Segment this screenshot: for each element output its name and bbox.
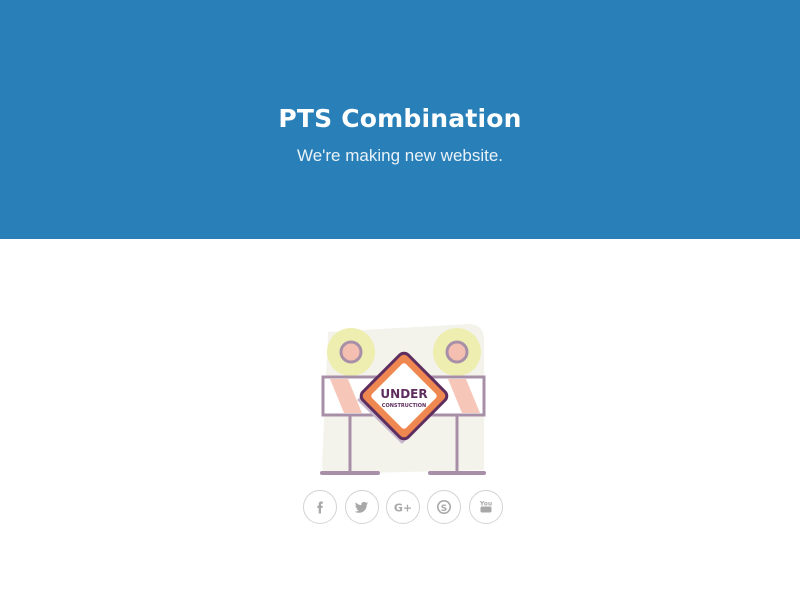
skype-button[interactable]: S — [427, 490, 461, 524]
google-plus-button[interactable]: G+ — [386, 490, 420, 524]
social-links: G+ S You — [303, 490, 508, 524]
skype-icon: S — [437, 500, 451, 514]
sign-text-sub: CONSTRUCTION — [382, 403, 426, 409]
facebook-button[interactable] — [303, 490, 337, 524]
svg-text:You: You — [479, 501, 492, 508]
google-plus-icon: G+ — [394, 502, 412, 515]
svg-text:S: S — [441, 504, 447, 514]
sign-text-main: UNDER — [380, 387, 427, 401]
right-lamp-bulb — [445, 340, 469, 364]
youtube-button[interactable]: You — [469, 490, 503, 524]
youtube-icon: You — [479, 501, 492, 513]
under-construction-illustration: UNDER CONSTRUCTION — [318, 320, 490, 480]
left-lamp-bulb — [339, 340, 363, 364]
svg-text:G+: G+ — [394, 502, 412, 515]
hero-banner: PTS Combination We're making new website… — [0, 0, 800, 239]
page-subtitle: We're making new website. — [296, 146, 504, 165]
twitter-button[interactable] — [345, 490, 379, 524]
under-construction-graphic: UNDER CONSTRUCTION — [320, 324, 486, 475]
twitter-icon — [354, 501, 368, 513]
facebook-icon — [317, 501, 323, 514]
page-title: PTS Combination — [278, 104, 522, 133]
